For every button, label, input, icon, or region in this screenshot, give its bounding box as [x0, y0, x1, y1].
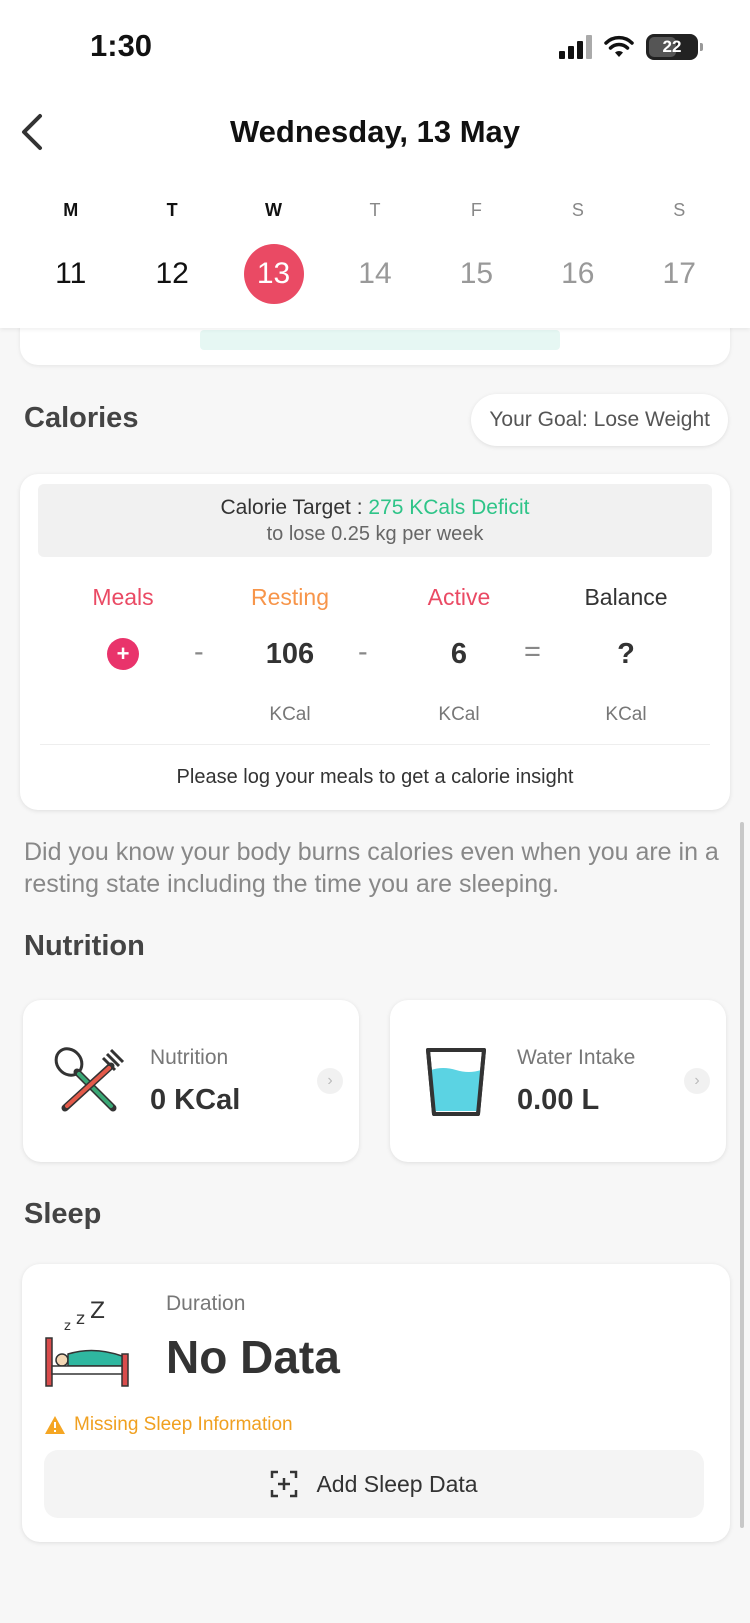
missing-sleep-warning: Missing Sleep Information [44, 1414, 293, 1436]
sleeping-bed-icon: z z Z [45, 1299, 129, 1387]
nutrition-heading: Nutrition [24, 930, 145, 962]
divider [40, 744, 710, 745]
calorie-target-box: Calorie Target : 275 KCals Deficit to lo… [38, 484, 712, 557]
day-letter: T [166, 200, 178, 220]
nutrition-card[interactable]: Nutrition 0 KCal › [23, 1000, 359, 1162]
utensils-icon [54, 1047, 125, 1112]
balance-unit: KCal [605, 704, 647, 725]
sleep-card: z z Z Duration No Data Missing Sleep Inf… [22, 1264, 730, 1542]
add-sleep-data-label: Add Sleep Data [316, 1470, 478, 1497]
balance-label: Balance [584, 584, 668, 610]
calorie-target-line: Calorie Target : 275 KCals Deficit [38, 496, 712, 520]
day-number: 14 [358, 257, 392, 290]
balance-value: ? [617, 638, 635, 670]
chevron-right-icon: › [684, 1068, 710, 1094]
day-letter: F [470, 200, 482, 220]
nutrition-label: Nutrition [150, 1046, 229, 1069]
chevron-right-icon: › [317, 1068, 343, 1094]
missing-sleep-text: Missing Sleep Information [74, 1414, 293, 1435]
signal-icon [559, 35, 592, 59]
minus-operator: - [194, 636, 204, 668]
target-value: 275 KCals Deficit [368, 496, 530, 519]
resting-unit: KCal [269, 704, 311, 725]
warning-icon [45, 1416, 65, 1434]
add-frame-icon [271, 1470, 298, 1498]
sleep-heading: Sleep [24, 1198, 102, 1230]
duration-label: Duration [166, 1292, 246, 1315]
day-number: 12 [155, 257, 189, 290]
resting-value: 106 [265, 638, 315, 670]
progress-bar [200, 330, 560, 350]
water-intake-value: 0.00 L [517, 1084, 600, 1116]
goal-pill[interactable]: Your Goal: Lose Weight [471, 394, 728, 446]
meals-value-cell: + [38, 638, 208, 670]
nutrition-value: 0 KCal [150, 1084, 241, 1116]
day-sat[interactable]: S 16 [527, 200, 628, 304]
day-letter: S [571, 200, 584, 220]
day-sun[interactable]: S 17 [629, 200, 730, 304]
wifi-icon [604, 35, 634, 57]
day-letter: M [63, 200, 79, 220]
day-number: 17 [662, 257, 696, 290]
battery-icon: 22 [646, 34, 703, 60]
duration-value: No Data [166, 1331, 340, 1383]
water-glass-icon [426, 1048, 486, 1116]
active-label: Active [427, 584, 491, 610]
active-value: 6 [450, 638, 468, 670]
day-number: 11 [55, 257, 87, 290]
battery-level: 22 [662, 37, 682, 56]
add-sleep-data-button[interactable]: Add Sleep Data [44, 1450, 704, 1518]
day-number: 16 [561, 257, 595, 290]
week-strip: M 11 T 12 W 13 T 14 F 15 S 16 S 17 [20, 200, 730, 304]
day-fri[interactable]: F 15 [426, 200, 527, 304]
top-header: 1:30 22 Wednesday, 13 May M 11 T 12 W 13 T 1… [0, 0, 750, 328]
active-unit: KCal [438, 704, 480, 725]
day-letter: W [265, 200, 283, 220]
target-prefix: Calorie Target : [220, 496, 363, 519]
svg-text:Z: Z [90, 1299, 105, 1324]
svg-text:z: z [76, 1309, 85, 1329]
meals-label: Meals [92, 584, 154, 610]
svg-text:z: z [64, 1319, 71, 1334]
day-number: 15 [459, 257, 494, 290]
day-letter: S [673, 200, 686, 220]
day-mon[interactable]: M 11 [20, 200, 121, 304]
page-title: Wednesday, 13 May [229, 114, 521, 149]
water-intake-label: Water Intake [517, 1046, 636, 1069]
calories-heading: Calories [24, 402, 139, 434]
calorie-insight-text: Please log your meals to get a calorie i… [176, 766, 574, 788]
day-tue[interactable]: T 12 [121, 200, 222, 304]
target-subtext: to lose 0.25 kg per week [266, 523, 484, 545]
calorie-card: Calorie Target : 275 KCals Deficit to lo… [20, 474, 730, 810]
resting-label: Resting [251, 584, 329, 610]
calorie-tip-text: Did you know your body burns calories ev… [24, 838, 719, 898]
add-meal-plus-icon[interactable]: + [107, 638, 139, 670]
scrollbar[interactable] [740, 822, 744, 1528]
equals-operator: = [524, 636, 541, 668]
day-wed-selected[interactable]: W 13 [223, 200, 324, 304]
day-thu[interactable]: T 14 [324, 200, 425, 304]
minus-operator: - [358, 636, 368, 668]
status-time: 1:30 [90, 28, 153, 63]
water-intake-card[interactable]: Water Intake 0.00 L › [390, 1000, 726, 1162]
day-number: 13 [243, 244, 304, 304]
day-letter: T [369, 200, 381, 220]
status-icons: 22 [559, 34, 703, 60]
